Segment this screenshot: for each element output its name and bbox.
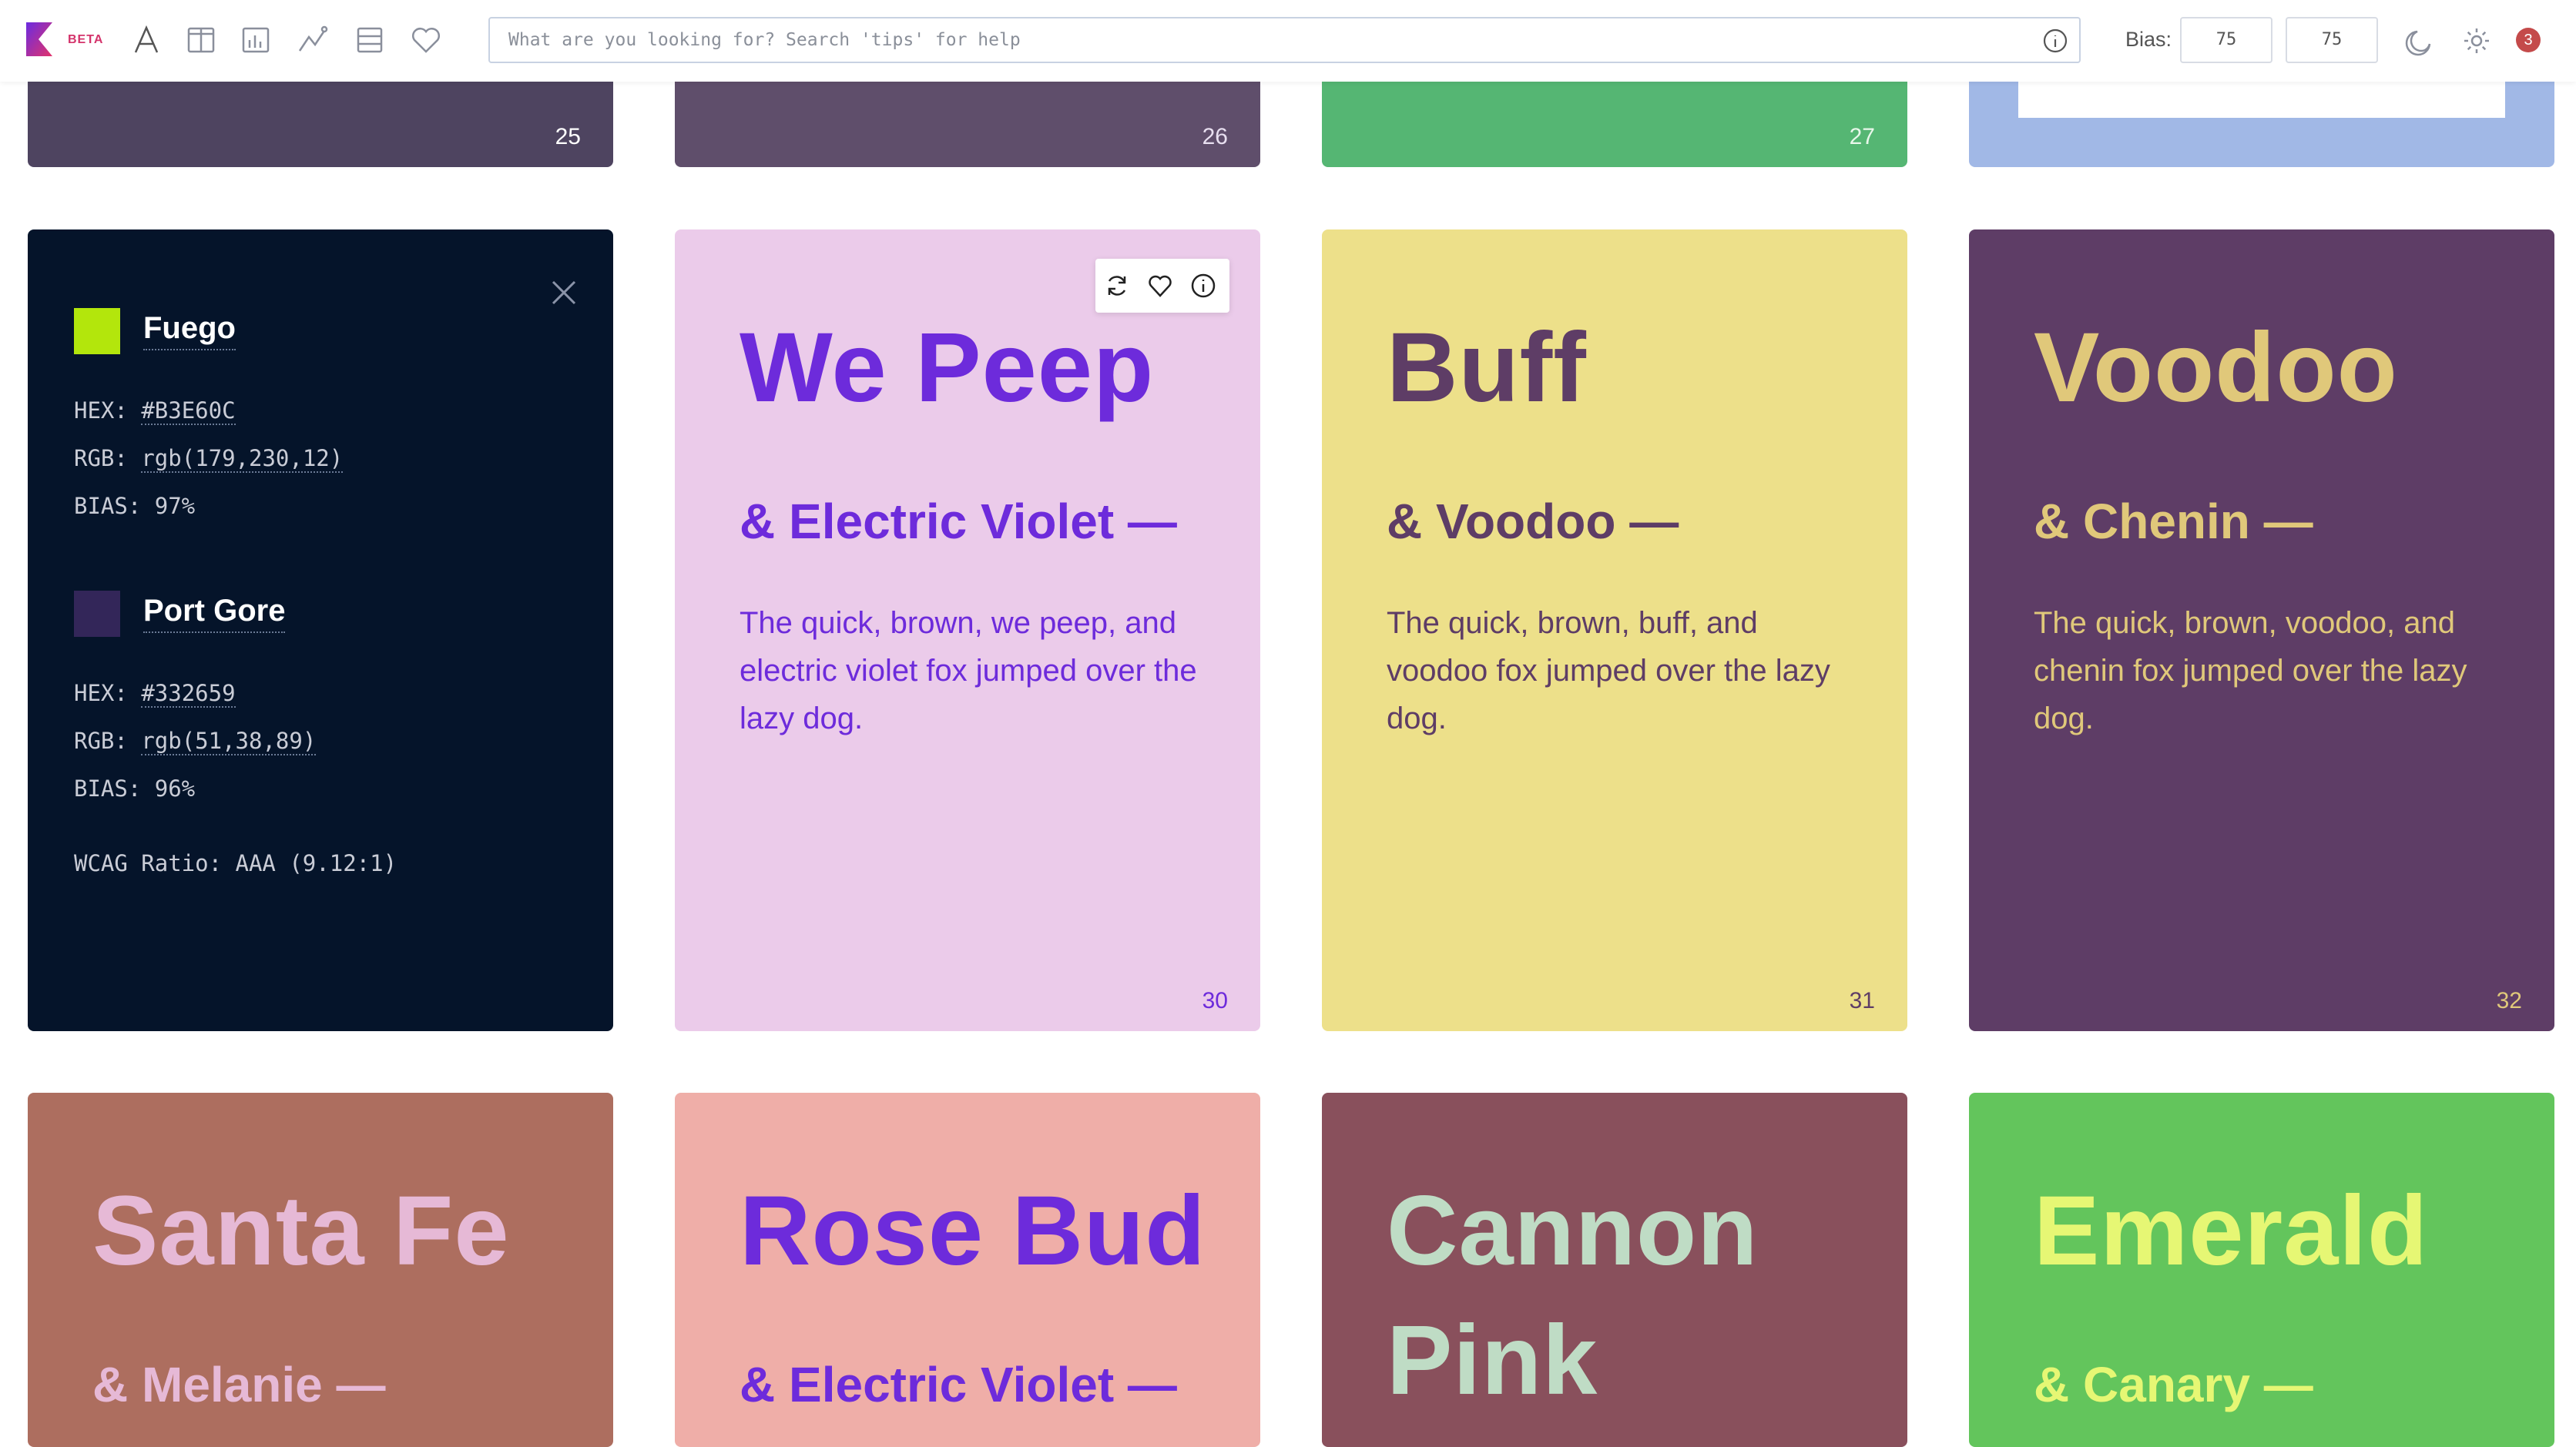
card-body: The quick, brown, we peep, and electric … bbox=[740, 606, 1197, 735]
heart-icon[interactable] bbox=[409, 23, 443, 57]
gear-icon[interactable] bbox=[2461, 25, 2492, 56]
search-input[interactable] bbox=[508, 18, 2018, 62]
color-name[interactable]: Fuego bbox=[143, 311, 236, 350]
card-number: 27 bbox=[1849, 124, 1875, 149]
bias-value: BIAS: 97% bbox=[74, 493, 196, 519]
palette-card[interactable]: Emerald & Canary — bbox=[1969, 1093, 2554, 1447]
card-number: 31 bbox=[1849, 988, 1875, 1013]
card-subtitle: & Electric Violet — bbox=[740, 1357, 1177, 1412]
moon-icon[interactable] bbox=[2405, 25, 2436, 56]
card-number: 25 bbox=[555, 124, 581, 149]
list-icon[interactable] bbox=[353, 23, 387, 57]
palette-card[interactable]: Buff & Voodoo — The quick, brown, buff, … bbox=[1322, 229, 1907, 1031]
color-swatch bbox=[74, 591, 120, 637]
card-title: Cannon Pink bbox=[1387, 1176, 1759, 1415]
hex-value[interactable]: #B3E60C bbox=[141, 397, 236, 425]
card-subtitle: & Electric Violet — bbox=[740, 494, 1177, 549]
card-number: 26 bbox=[1202, 124, 1228, 149]
color-swatch bbox=[74, 308, 120, 354]
wcag-ratio: WCAG Ratio: AAA (9.12:1) bbox=[74, 850, 397, 876]
hex-row: HEX: #332659 bbox=[74, 680, 236, 708]
palette-card[interactable]: Cannon Pink bbox=[1322, 1093, 1907, 1447]
columns-icon[interactable] bbox=[184, 23, 218, 57]
font-icon[interactable] bbox=[129, 23, 163, 57]
search-box[interactable] bbox=[488, 17, 2081, 63]
hex-value[interactable]: #332659 bbox=[141, 680, 236, 708]
palette-card[interactable]: Santa Fe & Melanie — bbox=[28, 1093, 613, 1447]
rgb-row: RGB: rgb(51,38,89) bbox=[74, 728, 317, 755]
info-icon[interactable] bbox=[1189, 272, 1217, 300]
card-number: 30 bbox=[1202, 988, 1228, 1013]
refresh-icon[interactable] bbox=[1103, 272, 1131, 300]
line-chart-icon[interactable] bbox=[296, 23, 330, 57]
card-body: The quick, brown, buff, and voodoo fox j… bbox=[1387, 606, 1830, 735]
card-number: 32 bbox=[2496, 988, 2522, 1013]
bar-chart-icon[interactable] bbox=[239, 23, 273, 57]
card-subtitle: & Melanie — bbox=[92, 1357, 386, 1412]
logo-icon[interactable] bbox=[26, 22, 60, 56]
card-title: We Peep bbox=[740, 313, 1155, 423]
close-icon[interactable] bbox=[548, 277, 579, 308]
top-bar: BETA Bias: 75 75 3 bbox=[0, 0, 2576, 82]
color-name[interactable]: Port Gore bbox=[143, 594, 286, 633]
card-subtitle: & Chenin — bbox=[2034, 494, 2313, 549]
card-title: Santa Fe bbox=[92, 1176, 510, 1286]
palette-card[interactable]: Rose Bud & Electric Violet — bbox=[675, 1093, 1260, 1447]
card-title: Rose Bud bbox=[740, 1176, 1206, 1286]
hex-row: HEX: #B3E60C bbox=[74, 397, 236, 425]
info-icon[interactable] bbox=[2042, 28, 2068, 54]
card-title: Emerald bbox=[2034, 1176, 2429, 1286]
card-subtitle: & Canary — bbox=[2034, 1357, 2313, 1412]
rgb-value[interactable]: rgb(179,230,12) bbox=[141, 445, 344, 473]
beta-badge: BETA bbox=[68, 33, 104, 46]
card-toolbar bbox=[1095, 259, 1229, 313]
palette-card[interactable]: We Peep & Electric Violet — The quick, b… bbox=[675, 229, 1260, 1031]
bias-value: BIAS: 96% bbox=[74, 775, 196, 802]
bias-label: Bias: bbox=[2125, 28, 2172, 51]
heart-icon[interactable] bbox=[1146, 272, 1174, 300]
rgb-value[interactable]: rgb(51,38,89) bbox=[141, 728, 317, 755]
card-subtitle: & Voodoo — bbox=[1387, 494, 1679, 549]
card-title: Buff bbox=[1387, 313, 1587, 423]
color-info-panel: Fuego HEX: #B3E60C RGB: rgb(179,230,12) … bbox=[28, 229, 613, 1031]
bias-input-1[interactable]: 75 bbox=[2180, 17, 2272, 63]
rgb-row: RGB: rgb(179,230,12) bbox=[74, 445, 344, 473]
notification-badge[interactable]: 3 bbox=[2516, 28, 2541, 52]
card-body: The quick, brown, voodoo, and chenin fox… bbox=[2034, 606, 2467, 735]
palette-card[interactable]: Voodoo & Chenin — The quick, brown, vood… bbox=[1969, 229, 2554, 1031]
card-title: Voodoo bbox=[2034, 313, 2398, 423]
bias-input-2[interactable]: 75 bbox=[2286, 17, 2378, 63]
